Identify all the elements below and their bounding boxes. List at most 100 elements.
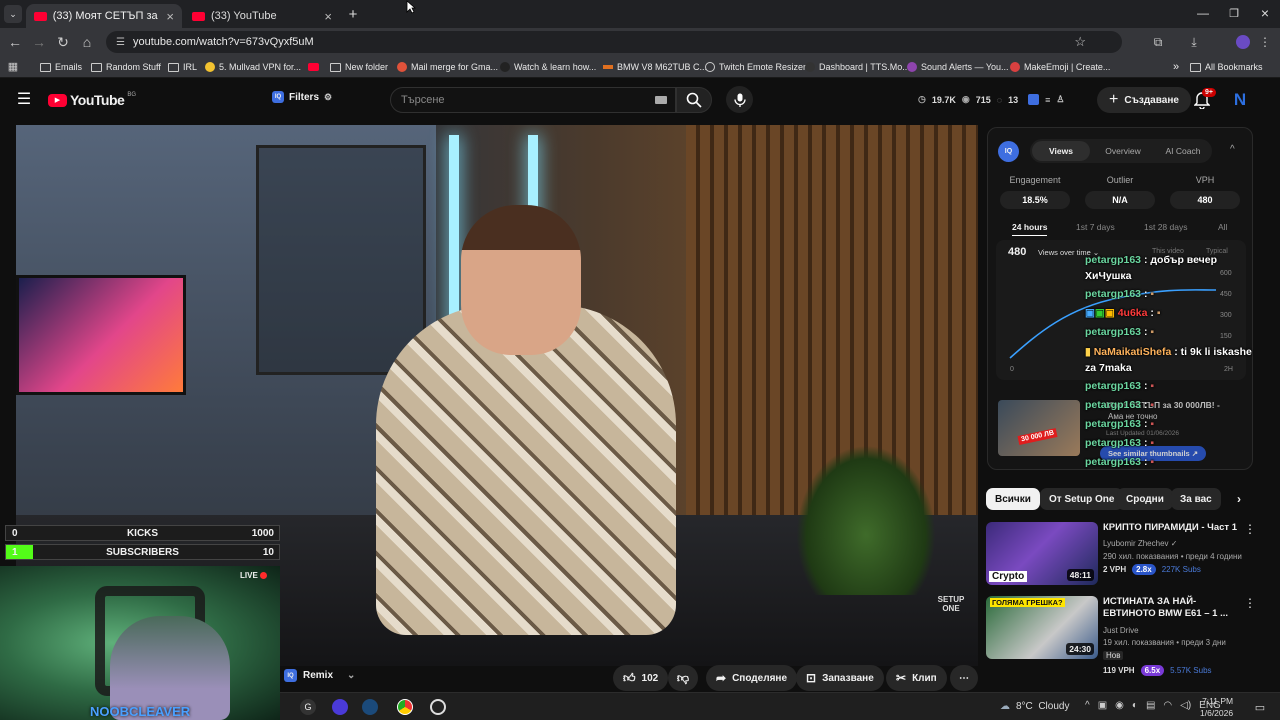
tab-views[interactable]: Views xyxy=(1032,141,1090,161)
wifi-icon[interactable]: ◠ xyxy=(1163,700,1172,711)
bookmark-bmw[interactable]: BMW V8 M62TUB C... xyxy=(603,59,707,75)
youtube-logo[interactable]: ▶ YouTube BG xyxy=(48,92,136,108)
tray-icon[interactable]: ▣ xyxy=(1098,700,1107,711)
thumbnail-preview[interactable]: 30 000 ЛВ xyxy=(998,400,1080,456)
clip-button[interactable]: ✂ Клип xyxy=(886,665,947,691)
notification-center-icon[interactable]: ▭ xyxy=(1252,699,1268,715)
filters-button[interactable]: IQ Filters ⚙ xyxy=(272,91,332,103)
hamburger-menu-icon[interactable]: ☰ xyxy=(16,91,32,108)
apps-grid-icon[interactable]: ▦ xyxy=(7,60,19,73)
range-all[interactable]: All xyxy=(1218,222,1227,232)
taskbar-app-icon[interactable] xyxy=(332,699,348,715)
clock-date: 1/6/2026 xyxy=(1200,708,1234,718)
tab-ai-coach[interactable]: AI Coach xyxy=(1154,141,1212,161)
search-button[interactable] xyxy=(676,87,712,113)
all-bookmarks[interactable]: All Bookmarks xyxy=(1190,59,1263,75)
keyboard-icon[interactable] xyxy=(655,96,667,104)
tab-active[interactable]: (33) Моят СЕТЪП за 30 000ЛВ! × xyxy=(26,4,182,28)
bookmark-makeemoji[interactable]: MakeEmoji | Create... xyxy=(1010,59,1110,75)
new-tab-button[interactable]: + xyxy=(344,5,362,23)
collapse-icon[interactable]: ^ xyxy=(1230,144,1235,155)
bookmark-star-icon[interactable]: ☆ xyxy=(1074,34,1086,50)
emote-icon: ▪ xyxy=(1150,399,1155,411)
youtube-favicon-icon xyxy=(34,11,47,21)
back-icon[interactable]: ← xyxy=(4,32,26,52)
minimize-button[interactable]: — xyxy=(1192,4,1214,22)
like-button[interactable]: 👍︎ 102 xyxy=(613,665,669,691)
dislike-button[interactable]: 👎︎ xyxy=(668,665,698,691)
tray-icon[interactable]: ◐ xyxy=(1132,700,1138,711)
tray-icon[interactable]: ▤ xyxy=(1146,700,1155,711)
list-icon[interactable]: ≡ xyxy=(1045,95,1050,105)
recommended-video[interactable]: ГОЛЯМА ГРЕШКА? 24:30 ИСТИНАТА ЗА НАЙ-ЕВТ… xyxy=(986,596,1256,676)
notifications-button[interactable]: 9+ xyxy=(1192,88,1216,110)
extensions-icon[interactable]: ⧉ xyxy=(1150,34,1166,50)
bookmark-irl[interactable]: IRL xyxy=(168,59,197,75)
recommended-video[interactable]: Crypto 48:11 КРИПТО ПИРАМИДИ - Част 1 Ly… xyxy=(986,522,1256,588)
bookmark-label: Emails xyxy=(55,62,83,72)
bookmark-new-folder[interactable]: New folder xyxy=(330,59,388,75)
close-tab-icon[interactable]: × xyxy=(166,9,174,24)
volume-icon[interactable]: ◁) xyxy=(1180,700,1191,711)
chrome-icon[interactable] xyxy=(397,699,413,715)
chat-user: petargp163 xyxy=(1085,437,1142,449)
bookmark-mail-merge[interactable]: Mail merge for Gma... xyxy=(397,59,498,75)
bookmark-emails[interactable]: Emails xyxy=(40,59,82,75)
chevron-down-icon: ⌄ xyxy=(347,670,356,681)
bookmark-youtube[interactable] xyxy=(308,59,319,75)
save-button[interactable]: ⊡ Запазване xyxy=(796,665,884,691)
site-icon xyxy=(500,62,510,72)
browser-menu-icon[interactable]: ⋮ xyxy=(1258,34,1272,50)
chat-message: petargp163 : ▪ xyxy=(1085,288,1155,300)
tray-chevron-icon[interactable]: ^ xyxy=(1085,700,1090,711)
reload-icon[interactable]: ↻ xyxy=(52,32,74,52)
bookmark-tts-dashboard[interactable]: Dashboard | TTS.Mo... xyxy=(805,59,910,75)
chip-related[interactable]: Сродни xyxy=(1117,488,1173,510)
channel-avatar[interactable]: N xyxy=(1230,90,1250,110)
bookmark-sound-alerts[interactable]: Sound Alerts — You... xyxy=(907,59,1009,75)
search-input[interactable]: Търсене xyxy=(390,87,676,113)
steam-icon[interactable] xyxy=(362,699,378,715)
clock[interactable]: 7:11 PM 1/6/2026 xyxy=(1200,695,1233,719)
obs-icon[interactable] xyxy=(430,699,446,715)
bookmark-watch-learn[interactable]: Watch & learn how... xyxy=(500,59,596,75)
bookmarks-overflow-icon[interactable]: » xyxy=(1173,59,1179,75)
bookmark-mullvad[interactable]: 5. Mullvad VPN for... xyxy=(205,59,301,75)
chip-from-setup-one[interactable]: От Setup One xyxy=(1040,488,1124,510)
tab-search-button[interactable]: ⌄ xyxy=(4,5,22,23)
tab-overview[interactable]: Overview xyxy=(1094,141,1152,161)
site-info-icon[interactable]: ☰ xyxy=(116,37,125,48)
more-actions-button[interactable]: ⋯ xyxy=(950,665,978,691)
tray-icon[interactable]: ◉ xyxy=(1115,700,1124,711)
range-7d[interactable]: 1st 7 days xyxy=(1076,222,1115,232)
close-tab-icon[interactable]: × xyxy=(324,9,332,24)
weather-widget[interactable]: ☁ 8°C Cloudy xyxy=(1000,701,1069,712)
share-button[interactable]: ➦ Споделяне xyxy=(706,665,797,691)
profile-avatar[interactable] xyxy=(1236,35,1250,49)
more-options-icon[interactable]: ⋮ xyxy=(1244,522,1256,536)
chip-for-you[interactable]: За вас xyxy=(1171,488,1221,510)
home-icon[interactable]: ⌂ xyxy=(76,32,98,52)
create-button[interactable]: + Създаване xyxy=(1097,87,1191,113)
remix-button[interactable]: IQ Remix ⌄ xyxy=(284,669,355,682)
search-placeholder: Търсене xyxy=(401,94,445,106)
restore-button[interactable]: ❐ xyxy=(1223,4,1245,22)
voice-search-button[interactable] xyxy=(726,86,753,113)
badge-icons: ▣ xyxy=(1085,307,1095,319)
mail-merge-icon xyxy=(397,62,407,72)
url-bar[interactable]: ☰ youtube.com/watch?v=673vQyxf5uM ☆ xyxy=(106,31,1122,53)
chip-all[interactable]: Всички xyxy=(986,488,1040,510)
more-options-icon[interactable]: ⋮ xyxy=(1244,596,1256,610)
chips-next-icon[interactable]: › xyxy=(1230,490,1248,508)
badge-icon[interactable]: ♙ xyxy=(1056,94,1064,105)
forward-icon[interactable]: → xyxy=(28,32,50,52)
taskbar-app-icon[interactable]: G xyxy=(300,699,316,715)
chat-message: petargp163 : ▪ xyxy=(1085,399,1155,411)
close-window-button[interactable]: × xyxy=(1254,4,1276,22)
tab-youtube[interactable]: (33) YouTube × xyxy=(184,4,340,28)
range-24h[interactable]: 24 hours xyxy=(1012,222,1048,236)
bookmark-twitch-emote[interactable]: Twitch Emote Resizer xyxy=(705,59,806,75)
download-icon[interactable]: ⤓ xyxy=(1186,34,1202,50)
bookmark-random-stuff[interactable]: Random Stuff xyxy=(91,59,161,75)
range-28d[interactable]: 1st 28 days xyxy=(1144,222,1187,232)
